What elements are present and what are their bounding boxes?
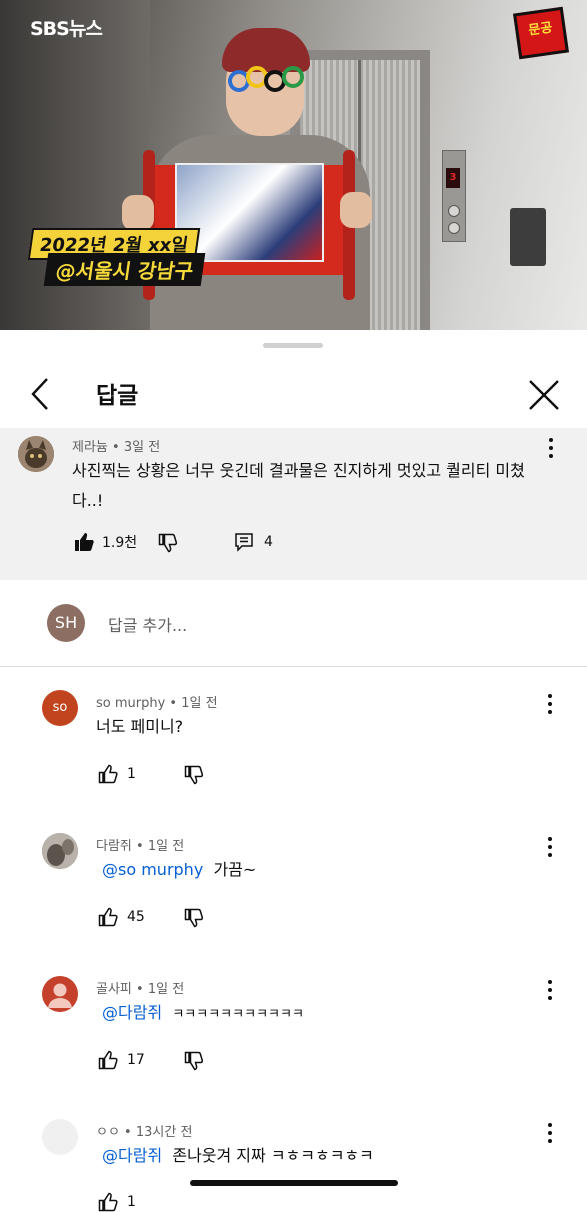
thumbs-up-icon xyxy=(98,1192,118,1212)
close-button[interactable] xyxy=(526,377,562,413)
hand xyxy=(340,192,372,228)
comment-text: @다람쥐 존나웃겨 지짜 ㅋㅎㅋㅎㅋㅎㅋ xyxy=(102,1141,374,1171)
like-button[interactable]: 17 xyxy=(98,1050,145,1070)
mention-link[interactable]: @다람쥐 xyxy=(102,1003,162,1022)
like-button[interactable]: 1.9천 xyxy=(74,532,137,552)
comment-text: @so murphy 가끔~ xyxy=(102,855,256,885)
thumbs-up-icon xyxy=(98,764,118,784)
divider xyxy=(0,666,587,667)
elevator-button xyxy=(448,222,460,234)
thumbs-down-icon xyxy=(184,908,204,928)
reply-count-button[interactable]: 4 xyxy=(234,532,273,552)
replies-sheet: 답글 제라늄 • 3일 전 사진찍는 상황은 너무 웃긴데 결과물은 진지하게 … xyxy=(0,330,587,1212)
elevator-button xyxy=(448,205,460,217)
comment-meta: ㅇㅇ • 13시간 전 xyxy=(96,1125,193,1140)
thumbs-up-icon xyxy=(98,907,118,927)
page-title: 답글 xyxy=(96,383,139,409)
comment-body: 존나웃겨 지짜 ㅋㅎㅋㅎㅋㅎㅋ xyxy=(172,1146,374,1165)
reply-count: 4 xyxy=(264,534,273,550)
like-count: 17 xyxy=(127,1052,145,1068)
like-count: 1 xyxy=(127,766,136,782)
parent-comment: 제라늄 • 3일 전 사진찍는 상황은 너무 웃긴데 결과물은 진지하게 멋있고… xyxy=(0,428,587,580)
comment-author[interactable]: 다람쥐 xyxy=(96,839,132,854)
comment-meta: so murphy • 1일 전 xyxy=(96,696,218,711)
cat-avatar-icon xyxy=(18,436,54,472)
comment-body: 가끔~ xyxy=(213,860,257,879)
comment-meta: 골사피 • 1일 전 xyxy=(96,982,185,997)
like-count: 1 xyxy=(127,1194,136,1210)
like-count: 45 xyxy=(127,909,145,925)
default-user-icon xyxy=(48,983,72,1008)
comment-time: 1일 전 xyxy=(147,839,185,854)
show-badge: 문공 xyxy=(513,6,569,60)
caption-place: @서울시 강남구 xyxy=(43,253,206,286)
comment-author[interactable]: ㅇㅇ xyxy=(96,1125,120,1140)
thumbs-down-icon xyxy=(184,765,204,785)
comment-text: 사진찍는 상황은 너무 웃긴데 결과물은 진지하게 멋있고 퀄리티 미쳤다..! xyxy=(72,461,525,510)
home-indicator[interactable] xyxy=(190,1180,398,1186)
like-button[interactable]: 1 xyxy=(98,764,136,784)
dislike-button[interactable] xyxy=(184,908,204,928)
dislike-button[interactable] xyxy=(158,533,178,553)
drag-handle[interactable] xyxy=(263,343,323,348)
comment-text: @다람쥐 ㅋㅋㅋㅋㅋㅋㅋㅋㅋㅋㅋ xyxy=(102,998,304,1030)
add-reply-row[interactable]: SH 답글 추가... xyxy=(0,582,587,666)
like-button[interactable]: 45 xyxy=(98,907,145,927)
more-options-button[interactable] xyxy=(547,837,553,859)
avatar[interactable]: so xyxy=(42,690,78,726)
avatar[interactable] xyxy=(18,436,54,472)
mention-link[interactable]: @so murphy xyxy=(102,860,203,879)
mention-link[interactable]: @다람쥐 xyxy=(102,1146,162,1165)
comment-author[interactable]: so murphy xyxy=(96,696,165,711)
comment-time: 1일 전 xyxy=(181,696,218,711)
video-player[interactable]: 3 SBS뉴스 문공 2022년 2월 xx일 @서울시 강남구 xyxy=(0,0,587,330)
hand xyxy=(122,195,154,231)
dislike-button[interactable] xyxy=(184,1051,204,1071)
more-options-button[interactable] xyxy=(547,1123,553,1145)
avatar[interactable] xyxy=(42,833,78,869)
photo-avatar-icon xyxy=(42,833,78,869)
comment-body: ㅋㅋㅋㅋㅋㅋㅋㅋㅋㅋㅋ xyxy=(172,1007,304,1022)
chevron-left-icon xyxy=(31,378,48,410)
dislike-button[interactable] xyxy=(184,765,204,785)
comment-time: 13시간 전 xyxy=(135,1125,193,1140)
back-button[interactable] xyxy=(26,377,56,411)
comment-text: 너도 페미니? xyxy=(96,717,184,736)
comment-time: 3일 전 xyxy=(123,440,161,455)
thumbs-down-icon xyxy=(158,533,178,553)
like-count: 1.9천 xyxy=(102,535,138,551)
channel-logo: SBS뉴스 xyxy=(30,18,103,40)
elevator-floor-display: 3 xyxy=(446,168,460,188)
person-hair xyxy=(222,28,310,72)
glasses-ring xyxy=(282,66,304,88)
thumbs-down-icon xyxy=(184,1051,204,1071)
avatar[interactable] xyxy=(42,1119,78,1155)
thumbs-up-icon xyxy=(98,1050,118,1070)
add-reply-input[interactable]: 답글 추가... xyxy=(108,612,187,636)
comment-icon xyxy=(235,533,253,552)
comment-meta: 제라늄 • 3일 전 xyxy=(72,440,161,455)
comment-author[interactable]: 골사피 xyxy=(96,982,132,997)
more-options-button[interactable] xyxy=(547,980,553,1002)
comment-time: 1일 전 xyxy=(147,982,185,997)
avatar[interactable] xyxy=(42,976,78,1012)
more-options-button[interactable] xyxy=(547,694,553,716)
close-icon xyxy=(529,380,559,410)
wall-switch xyxy=(510,208,546,266)
comment-meta: 다람쥐 • 1일 전 xyxy=(96,839,185,854)
user-avatar: SH xyxy=(47,604,85,642)
comment-author[interactable]: 제라늄 xyxy=(72,440,108,455)
thumbs-up-filled-icon xyxy=(75,533,94,551)
like-button[interactable]: 1 xyxy=(98,1192,136,1212)
